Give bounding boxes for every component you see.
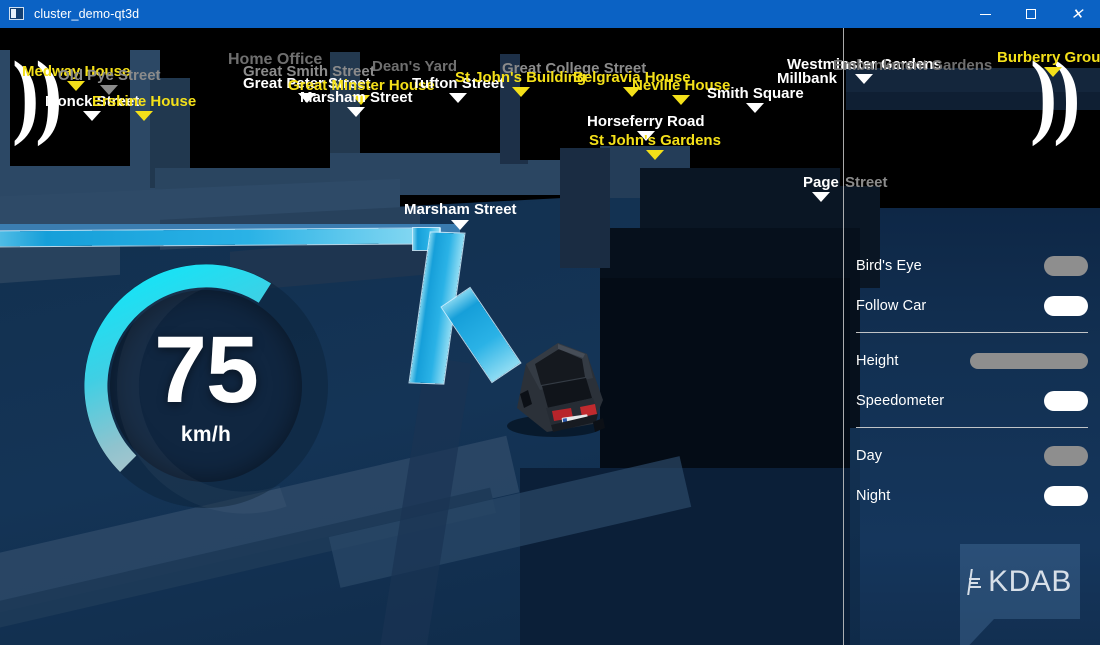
setting-label: Night	[856, 488, 891, 504]
setting-row[interactable]: Night	[844, 482, 1100, 510]
window-title: cluster_demo-qt3d	[34, 7, 140, 21]
setting-row[interactable]: Follow Car	[844, 292, 1100, 320]
speed-value: 75	[154, 316, 259, 423]
toggle-switch[interactable]	[1044, 486, 1088, 506]
setting-label: Height	[856, 353, 899, 369]
setting-label: Bird's Eye	[856, 258, 922, 274]
kdab-logo: KDAB	[960, 544, 1080, 645]
setting-label: Day	[856, 448, 883, 464]
speed-unit: km/h	[180, 423, 232, 447]
setting-row[interactable]: Day	[844, 442, 1100, 470]
title-bar: cluster_demo-qt3d ✕	[0, 0, 1100, 28]
panel-separator	[856, 332, 1088, 333]
map-viewport-3d[interactable]: )) )) Medway House Old Pye Street Monck St…	[0, 28, 1100, 645]
kdab-logo-text: KDAB	[960, 544, 1080, 619]
setting-row[interactable]: Speedometer	[844, 387, 1100, 415]
gauge-readout: 75 km/h	[70, 250, 342, 522]
app-icon	[9, 7, 25, 21]
toggle-switch[interactable]	[1044, 256, 1088, 276]
minimize-button[interactable]	[962, 0, 1008, 28]
setting-row[interactable]: Bird's Eye	[844, 252, 1100, 280]
setting-label: Follow Car	[856, 298, 927, 314]
setting-row[interactable]: Height	[844, 347, 1100, 375]
kdab-wordmark: KDAB	[988, 564, 1072, 598]
close-button[interactable]: ✕	[1054, 0, 1100, 28]
kdab-logo-tail	[960, 619, 994, 645]
height-slider[interactable]	[970, 353, 1088, 369]
setting-label: Speedometer	[856, 393, 945, 409]
kdab-flag-icon	[967, 568, 987, 595]
panel-separator	[856, 427, 1088, 428]
speedometer-gauge: 75 km/h	[70, 250, 342, 522]
window-controls: ✕	[962, 0, 1100, 28]
toggle-switch[interactable]	[1044, 446, 1088, 466]
chevron-decoration-left: ))	[12, 42, 63, 147]
settings-list: Bird's Eye Follow Car Height Speedometer Day…	[844, 252, 1100, 510]
app-window: cluster_demo-qt3d ✕)))) Medway House O…	[0, 0, 1100, 645]
toggle-switch[interactable]	[1044, 296, 1088, 316]
toggle-switch[interactable]	[1044, 391, 1088, 411]
vehicle-model	[495, 338, 613, 438]
maximize-button[interactable]	[1008, 0, 1054, 28]
